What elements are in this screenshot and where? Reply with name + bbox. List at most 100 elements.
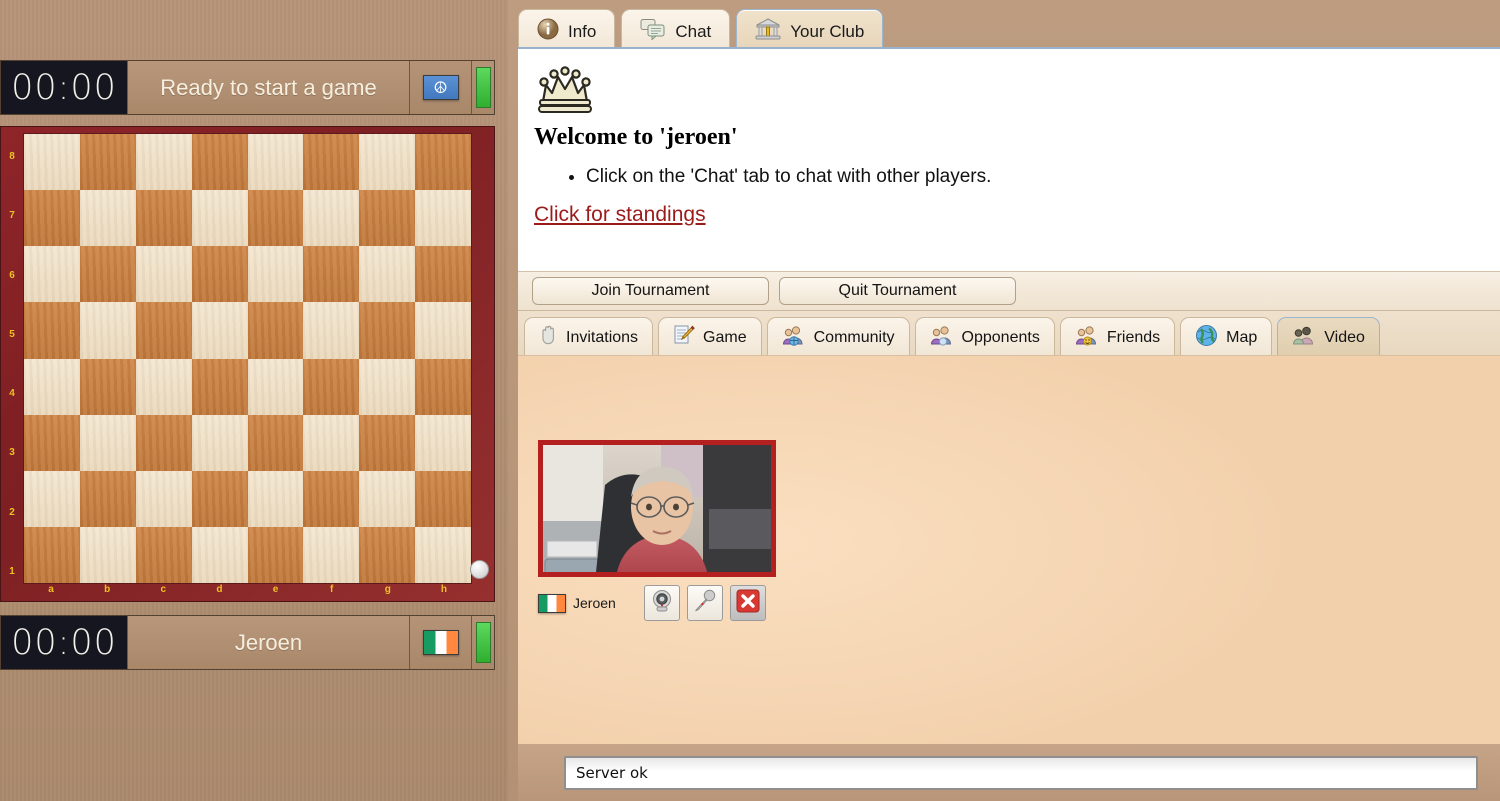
board-square-d6[interactable] xyxy=(191,246,248,303)
rank-label: 4 xyxy=(9,388,15,400)
board-square-h4[interactable] xyxy=(415,358,471,415)
board-square-d4[interactable] xyxy=(191,358,248,415)
board-square-h5[interactable] xyxy=(415,302,471,359)
board-square-b3[interactable] xyxy=(79,414,136,471)
board-square-c2[interactable] xyxy=(135,470,192,527)
webcam-controls-row: Jeroen xyxy=(538,585,778,621)
board-square-b8[interactable] xyxy=(79,134,136,191)
board-square-h6[interactable] xyxy=(415,246,471,303)
board-square-c5[interactable] xyxy=(135,302,192,359)
board-square-e5[interactable] xyxy=(247,302,304,359)
sub-tab-map[interactable]: Map xyxy=(1180,317,1273,357)
board-square-f4[interactable] xyxy=(303,358,360,415)
board-square-d5[interactable] xyxy=(191,302,248,359)
board-square-e6[interactable] xyxy=(247,246,304,303)
board-square-e1[interactable] xyxy=(247,526,304,583)
main-tab-strip: Info Chat Your Club xyxy=(518,3,884,53)
board-square-c3[interactable] xyxy=(135,414,192,471)
sub-tab-strip: Invitations Game Community Opponents Fri… xyxy=(518,311,1500,357)
sub-tab-opponents[interactable]: Opponents xyxy=(914,317,1055,357)
board-square-g2[interactable] xyxy=(359,470,416,527)
opponent-clock-time: 00:00 xyxy=(1,61,127,114)
board-square-e7[interactable] xyxy=(247,190,304,247)
join-tournament-button[interactable]: Join Tournament xyxy=(532,277,769,305)
board-square-f8[interactable] xyxy=(303,134,360,191)
board-square-h8[interactable] xyxy=(415,134,471,191)
rank-label: 5 xyxy=(9,328,15,340)
board-square-a2[interactable] xyxy=(24,470,80,527)
board-square-a5[interactable] xyxy=(24,302,80,359)
standings-link[interactable]: Click for standings xyxy=(534,203,706,227)
sub-tab-game[interactable]: Game xyxy=(658,317,762,357)
rank-label: 8 xyxy=(9,151,15,163)
board-square-d8[interactable] xyxy=(191,134,248,191)
board-square-c4[interactable] xyxy=(135,358,192,415)
file-label: c xyxy=(160,584,167,595)
file-label: d xyxy=(216,584,223,595)
sub-tab-friends-label: Friends xyxy=(1106,328,1161,346)
board-square-h3[interactable] xyxy=(415,414,471,471)
board-square-h2[interactable] xyxy=(415,470,471,527)
sub-tab-invitations[interactable]: Invitations xyxy=(524,317,654,357)
sub-tab-friends[interactable]: Friends xyxy=(1059,317,1176,357)
chess-board[interactable]: 8 7 6 5 4 3 2 1 a b c d e f g h xyxy=(0,126,495,602)
board-square-h1[interactable] xyxy=(415,526,471,583)
board-square-d1[interactable] xyxy=(191,526,248,583)
board-square-a1[interactable] xyxy=(24,526,80,583)
board-square-b2[interactable] xyxy=(79,470,136,527)
board-square-c8[interactable] xyxy=(135,134,192,191)
webcam-toggle-button[interactable] xyxy=(643,585,680,621)
close-stream-button[interactable] xyxy=(729,585,766,621)
board-square-g3[interactable] xyxy=(359,414,416,471)
board-square-d2[interactable] xyxy=(191,470,248,527)
close-x-icon xyxy=(735,588,761,619)
board-square-g8[interactable] xyxy=(359,134,416,191)
board-square-a7[interactable] xyxy=(24,190,80,247)
board-square-f5[interactable] xyxy=(303,302,360,359)
board-square-h7[interactable] xyxy=(415,190,471,247)
board-square-b4[interactable] xyxy=(79,358,136,415)
board-square-c7[interactable] xyxy=(135,190,192,247)
board-square-g6[interactable] xyxy=(359,246,416,303)
board-square-b6[interactable] xyxy=(79,246,136,303)
board-square-b7[interactable] xyxy=(79,190,136,247)
board-square-b5[interactable] xyxy=(79,302,136,359)
board-square-a3[interactable] xyxy=(24,414,80,471)
board-square-e4[interactable] xyxy=(247,358,304,415)
board-square-e8[interactable] xyxy=(247,134,304,191)
board-square-b1[interactable] xyxy=(79,526,136,583)
board-square-d3[interactable] xyxy=(191,414,248,471)
webcam-video-feed[interactable] xyxy=(538,440,776,577)
board-square-f2[interactable] xyxy=(303,470,360,527)
board-square-f3[interactable] xyxy=(303,414,360,471)
sub-tab-video[interactable]: Video xyxy=(1277,317,1380,357)
file-label: h xyxy=(440,584,447,595)
board-square-g4[interactable] xyxy=(359,358,416,415)
board-square-e3[interactable] xyxy=(247,414,304,471)
board-square-c6[interactable] xyxy=(135,246,192,303)
board-square-a8[interactable] xyxy=(24,134,80,191)
board-square-e2[interactable] xyxy=(247,470,304,527)
file-label: b xyxy=(104,584,111,595)
chess-queen-crown-icon xyxy=(534,63,1500,115)
board-square-f7[interactable] xyxy=(303,190,360,247)
board-square-f1[interactable] xyxy=(303,526,360,583)
board-square-f6[interactable] xyxy=(303,246,360,303)
sub-tab-community[interactable]: Community xyxy=(766,317,910,357)
board-square-d7[interactable] xyxy=(191,190,248,247)
file-label: e xyxy=(272,584,279,595)
player-clock-bar: 00:00 Jeroen xyxy=(0,615,495,670)
rank-label: 7 xyxy=(9,210,15,222)
microphone-toggle-button[interactable] xyxy=(686,585,723,621)
sub-tab-map-label: Map xyxy=(1226,328,1258,346)
rank-labels: 8 7 6 5 4 3 2 1 xyxy=(1,127,23,601)
board-square-a4[interactable] xyxy=(24,358,80,415)
board-square-g5[interactable] xyxy=(359,302,416,359)
board-square-g7[interactable] xyxy=(359,190,416,247)
opponent-status-label: Ready to start a game xyxy=(127,61,410,114)
board-squares[interactable] xyxy=(23,133,472,584)
board-square-g1[interactable] xyxy=(359,526,416,583)
board-square-c1[interactable] xyxy=(135,526,192,583)
quit-tournament-button[interactable]: Quit Tournament xyxy=(779,277,1016,305)
board-square-a6[interactable] xyxy=(24,246,80,303)
